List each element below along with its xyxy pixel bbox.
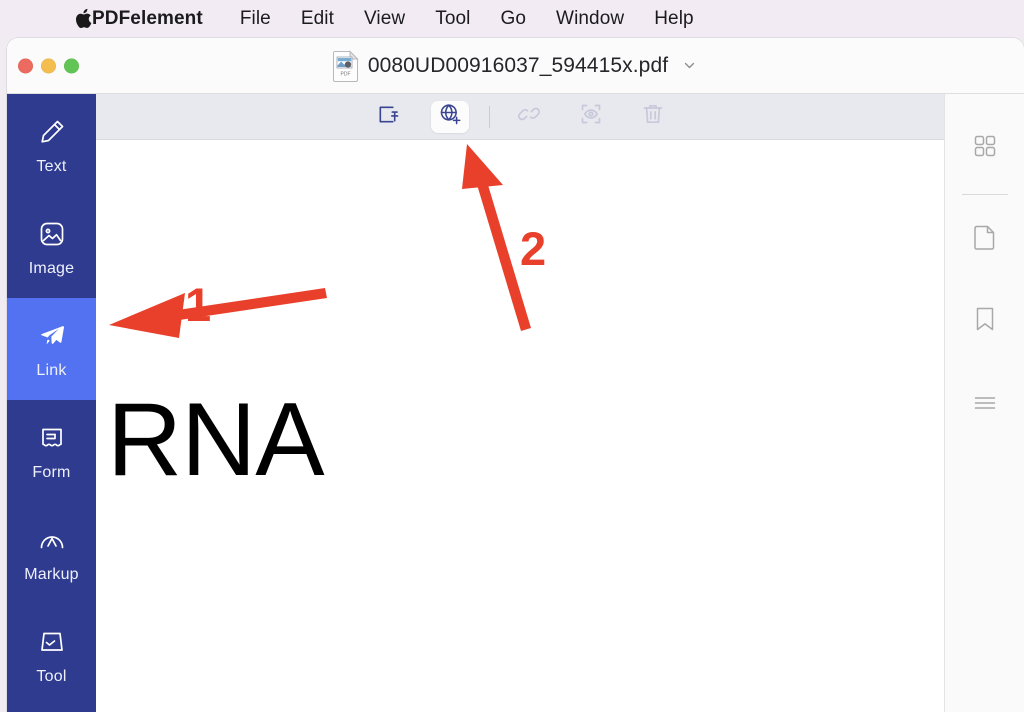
macos-menubar: PDFelement File Edit View Tool Go Window… [0, 0, 1024, 38]
sidebar-item-tool[interactable]: Tool [7, 604, 96, 706]
window-titlebar: PDF 0080UD00916037_594415x.pdf [7, 38, 1024, 94]
pencil-icon [35, 115, 69, 149]
window-controls [18, 58, 79, 73]
sidebar-item-text[interactable]: Text [7, 94, 96, 196]
center-column: RNA [96, 94, 944, 712]
outline-button[interactable] [963, 383, 1007, 427]
pdf-page-text: RNA [107, 382, 325, 498]
grid-four-squares-icon [972, 133, 998, 164]
sidebar-label-markup: Markup [24, 565, 79, 583]
chevron-down-icon[interactable] [680, 57, 698, 75]
close-button[interactable] [18, 58, 33, 73]
minimize-button[interactable] [41, 58, 56, 73]
add-page-link-button[interactable] [369, 101, 407, 133]
link-toolbar [96, 94, 944, 140]
document-page-icon [972, 223, 998, 256]
sidebar-label-form: Form [32, 463, 71, 481]
form-icon [35, 421, 69, 455]
pdf-page-canvas[interactable]: RNA [96, 140, 944, 712]
right-panel [944, 94, 1024, 712]
menu-item-window[interactable]: Window [541, 0, 639, 38]
eye-focus-icon [579, 102, 603, 131]
list-lines-icon [972, 390, 998, 421]
markup-arc-icon [35, 523, 69, 557]
menu-item-edit[interactable]: Edit [286, 0, 349, 38]
menu-item-file[interactable]: File [225, 0, 286, 38]
app-window: PDF 0080UD00916037_594415x.pdf Text Imag… [7, 38, 1024, 712]
sidebar-label-tool: Tool [36, 667, 67, 685]
add-web-link-button[interactable] [430, 100, 469, 133]
apple-logo-icon[interactable] [72, 4, 94, 32]
svg-text:PDF: PDF [340, 71, 350, 77]
toolbar-divider [488, 105, 490, 128]
menu-item-help[interactable]: Help [639, 0, 708, 38]
trash-icon [641, 102, 665, 131]
menu-item-tool[interactable]: Tool [420, 0, 485, 38]
document-title: 0080UD00916037_594415x.pdf [367, 53, 669, 77]
paper-plane-icon [35, 319, 69, 353]
sidebar-item-image[interactable]: Image [7, 196, 96, 298]
document-title-group[interactable]: PDF 0080UD00916037_594415x.pdf [332, 49, 698, 82]
screen-root: PDFelement File Edit View Tool Go Window… [0, 0, 1024, 712]
bookmark-button[interactable] [963, 299, 1007, 343]
broken-chain-icon [517, 102, 541, 131]
page-pin-icon [376, 103, 399, 131]
left-sidebar: Text Image Link Form Markup Tool [7, 94, 96, 712]
zoom-button[interactable] [64, 58, 79, 73]
thumbnail-grid-button[interactable] [963, 126, 1007, 170]
globe-plus-icon [438, 102, 462, 131]
sidebar-item-form[interactable]: Form [7, 400, 96, 502]
preview-link-button[interactable] [572, 101, 610, 133]
pdf-document-icon: PDF [332, 49, 359, 82]
edit-link-button[interactable] [510, 101, 548, 133]
sidebar-label-image: Image [28, 259, 75, 277]
sidebar-label-text: Text [36, 157, 67, 175]
toolbox-icon [35, 625, 69, 659]
bookmark-icon [972, 305, 998, 338]
sidebar-label-link: Link [36, 361, 67, 379]
sidebar-item-markup[interactable]: Markup [7, 502, 96, 604]
image-icon [35, 217, 69, 251]
right-panel-divider [961, 194, 1008, 195]
menu-item-go[interactable]: Go [485, 0, 541, 38]
page-view-button[interactable] [963, 217, 1007, 261]
sidebar-item-link[interactable]: Link [7, 298, 96, 400]
window-body: Text Image Link Form Markup Tool RNA [7, 94, 1024, 712]
menu-item-view[interactable]: View [349, 0, 420, 38]
delete-link-button[interactable] [634, 101, 672, 133]
